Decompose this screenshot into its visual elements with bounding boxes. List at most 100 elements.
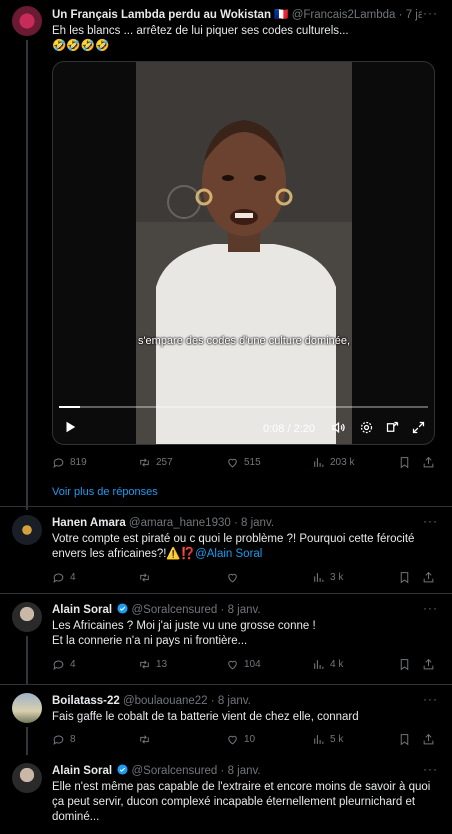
- more-options-icon[interactable]: ···: [423, 6, 438, 20]
- author-name[interactable]: Alain Soral: [52, 765, 112, 777]
- show-more-replies-link[interactable]: Voir plus de réponses: [52, 486, 158, 498]
- reply-button[interactable]: 4: [52, 571, 76, 584]
- share-button[interactable]: [422, 733, 435, 746]
- reply-avatar[interactable]: [12, 763, 42, 793]
- bookmark-icon: [398, 571, 411, 584]
- bookmark-button[interactable]: [398, 658, 411, 671]
- bookmark-button[interactable]: [398, 571, 411, 584]
- share-icon: [422, 658, 435, 671]
- author-handle[interactable]: @boulaouane22: [123, 695, 208, 707]
- author-handle[interactable]: @Soralcensured: [131, 765, 217, 777]
- bookmark-icon: [398, 658, 411, 671]
- retweet-button[interactable]: 13: [138, 658, 167, 671]
- more-options-icon[interactable]: ···: [423, 762, 438, 776]
- retweet-icon: [138, 733, 151, 746]
- author-handle[interactable]: @amara_hane1930: [129, 517, 231, 529]
- separator-dot: ·: [233, 517, 238, 529]
- reply-avatar[interactable]: [12, 515, 42, 545]
- reply-button[interactable]: 8: [52, 733, 76, 746]
- separator-dot: ·: [398, 9, 403, 21]
- tweet-header: Boilatass-22 @boulaouane22 · 8 janv.: [52, 694, 422, 708]
- more-options-icon[interactable]: ···: [423, 514, 438, 528]
- timestamp[interactable]: 8 janv.: [228, 604, 261, 616]
- like-button[interactable]: 10: [226, 733, 255, 746]
- video-person-image: [136, 62, 352, 444]
- mention-link[interactable]: @Alain: [195, 548, 232, 560]
- volume-icon[interactable]: [331, 420, 346, 435]
- share-button[interactable]: [422, 456, 435, 469]
- share-button[interactable]: [422, 571, 435, 584]
- tweet-text: Les Africaines ? Moi j'ai juste vu une g…: [52, 619, 438, 649]
- retweet-button[interactable]: [138, 733, 156, 746]
- tweet-text: Eh les blancs ... arrêtez de lui piquer …: [52, 24, 438, 54]
- reply-button[interactable]: 819: [52, 456, 87, 469]
- fullscreen-icon[interactable]: [411, 420, 426, 435]
- bookmark-button[interactable]: [398, 733, 411, 746]
- author-name[interactable]: Alain Soral: [52, 604, 112, 616]
- heart-icon: [226, 733, 239, 746]
- bookmark-icon: [398, 456, 411, 469]
- heart-icon: [226, 571, 239, 584]
- reply-icon: [52, 456, 65, 469]
- views-icon: [312, 456, 325, 469]
- reply-avatar[interactable]: [12, 602, 42, 632]
- reply-tweet[interactable]: Hanen Amara @amara_hane1930 · 8 janv. ··…: [0, 507, 452, 592]
- retweet-button[interactable]: [138, 571, 156, 584]
- tweet-header: Alain Soral @Soralcensured · 8 janv.: [52, 603, 422, 617]
- reply-count: 8: [70, 734, 76, 745]
- play-icon[interactable]: [63, 420, 77, 434]
- video-player[interactable]: s'empare des codes d'une culture dominée…: [52, 61, 435, 445]
- reply-tweet[interactable]: Alain Soral @Soralcensured · 8 janv. ···…: [0, 755, 452, 834]
- share-icon: [422, 571, 435, 584]
- tweet-text-line: Et la connerie n'a ni pays ni frontière.…: [52, 635, 248, 647]
- video-controls: 0:08 / 2:20: [53, 414, 434, 442]
- reply-count: 4: [70, 659, 76, 670]
- bookmark-icon: [398, 733, 411, 746]
- timestamp[interactable]: 8 janv.: [241, 517, 274, 529]
- reply-avatar[interactable]: [12, 693, 42, 723]
- heart-icon: [226, 456, 239, 469]
- retweet-button[interactable]: 257: [138, 456, 173, 469]
- video-progress-bar[interactable]: [59, 406, 428, 408]
- timestamp[interactable]: 8 janv.: [218, 695, 251, 707]
- views-button[interactable]: 4 k: [312, 658, 343, 671]
- main-tweet-avatar[interactable]: [12, 6, 42, 36]
- share-icon: [422, 456, 435, 469]
- settings-icon[interactable]: [359, 420, 374, 435]
- author-name[interactable]: Boilatass-22: [52, 695, 120, 707]
- reply-tweet[interactable]: Boilatass-22 @boulaouane22 · 8 janv. ···…: [0, 685, 452, 755]
- tweet-text-line: ça peut servir, ducon complexé incapable…: [52, 796, 416, 808]
- author-handle[interactable]: @Francais2Lambda: [292, 9, 396, 21]
- tweet-actions: 8 10 5 k: [52, 733, 438, 749]
- share-button[interactable]: [422, 658, 435, 671]
- reply-tweet[interactable]: Alain Soral @Soralcensured · 8 janv. ···…: [0, 594, 452, 684]
- tweet-text-span: envers les africaines?!⚠️⁉️: [52, 548, 196, 560]
- author-handle[interactable]: @Soralcensured: [131, 604, 217, 616]
- tweet-actions: 4 13 104 4 k: [52, 658, 438, 674]
- video-subtitle: s'empare des codes d'une culture dominée…: [137, 335, 351, 347]
- views-button[interactable]: 5 k: [312, 733, 343, 746]
- views-button[interactable]: 3 k: [312, 571, 343, 584]
- bookmark-button[interactable]: [398, 456, 411, 469]
- flag-icon: 🇫🇷: [274, 9, 289, 21]
- retweet-count: 257: [156, 457, 173, 468]
- more-options-icon[interactable]: ···: [423, 601, 438, 615]
- like-button[interactable]: [226, 571, 244, 584]
- reply-button[interactable]: 4: [52, 658, 76, 671]
- retweet-icon: [138, 571, 151, 584]
- like-button[interactable]: 104: [226, 658, 261, 671]
- separator-dot: ·: [220, 765, 225, 777]
- tweet-actions: 819 257 515 203 k: [52, 456, 438, 472]
- minimize-icon[interactable]: [385, 420, 400, 435]
- like-button[interactable]: 515: [226, 456, 261, 469]
- timestamp[interactable]: 7 janv.: [406, 9, 422, 21]
- author-name[interactable]: Un Français Lambda perdu au Wokistan: [52, 9, 271, 21]
- timestamp[interactable]: 8 janv.: [228, 765, 261, 777]
- author-name[interactable]: Hanen Amara: [52, 517, 126, 529]
- main-tweet[interactable]: Un Français Lambda perdu au Wokistan 🇫🇷 …: [0, 0, 452, 510]
- views-button[interactable]: 203 k: [312, 456, 354, 469]
- mention-link[interactable]: Soral: [232, 548, 263, 560]
- more-options-icon[interactable]: ···: [423, 692, 438, 706]
- video-frame: [136, 62, 352, 444]
- tweet-text: Elle n'est même pas capable de l'extrair…: [52, 780, 438, 825]
